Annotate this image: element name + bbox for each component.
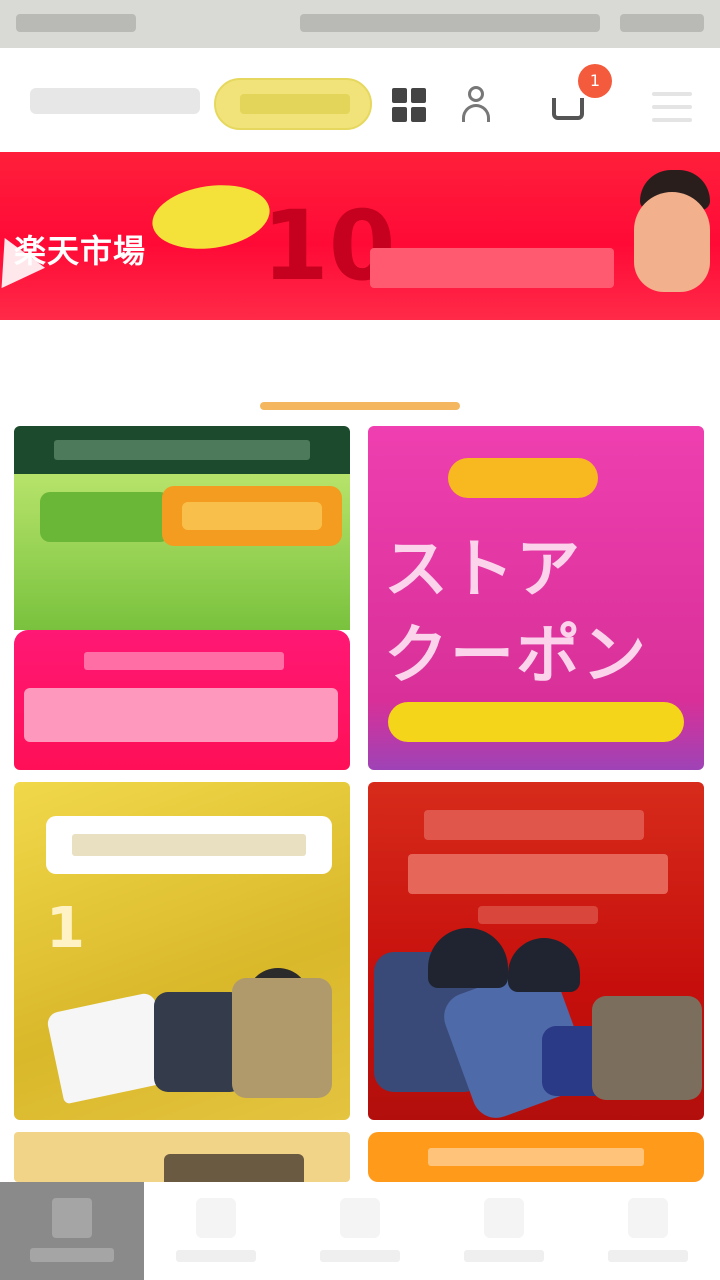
nav-icon-2 — [196, 1198, 236, 1238]
nav-item-4[interactable] — [432, 1182, 576, 1280]
status-time — [16, 14, 136, 32]
bottom-navigation — [0, 1182, 720, 1280]
card3-big-text: 1 — [46, 896, 85, 961]
card4-text-line1 — [424, 810, 644, 840]
card1-logo-right — [162, 486, 342, 546]
active-tab-indicator — [260, 402, 460, 410]
banner-person-face — [634, 192, 710, 292]
promo-card-store-coupon[interactable]: ストア クーポン — [368, 426, 704, 770]
promo-card-4[interactable] — [368, 782, 704, 1120]
promo-card-5-top[interactable] — [14, 1132, 350, 1182]
nav-label-2 — [176, 1250, 256, 1262]
nav-item-2[interactable] — [144, 1182, 288, 1280]
card2-yellow-pill — [448, 458, 598, 498]
campaign-banner[interactable]: 楽天市場 10 — [0, 152, 720, 320]
card1-pink-panel — [14, 630, 350, 770]
card3-model-image — [232, 978, 332, 1098]
promo-card-6-top[interactable] — [368, 1132, 704, 1182]
search-label — [240, 94, 350, 114]
home-icon — [52, 1198, 92, 1238]
nav-icon-5 — [628, 1198, 668, 1238]
card4-garment-4 — [592, 996, 702, 1100]
card2-cta-bar — [388, 702, 684, 742]
nav-item-5[interactable] — [576, 1182, 720, 1280]
card1-logo-left — [40, 492, 170, 542]
card4-model-head-1 — [428, 928, 508, 988]
app-header: 1 — [0, 48, 720, 152]
nav-label-4 — [464, 1250, 544, 1262]
card4-title — [368, 782, 369, 783]
status-icons — [300, 14, 600, 32]
promo-card-1[interactable] — [14, 426, 350, 770]
card4-model-head-2 — [508, 938, 580, 992]
category-tabs — [0, 320, 720, 420]
search-button[interactable] — [214, 78, 372, 130]
grid-icon[interactable] — [392, 88, 426, 122]
banner-title: 楽天市場 — [14, 232, 147, 270]
card4-text-line3 — [478, 906, 598, 924]
nav-label-5 — [608, 1250, 688, 1262]
person-icon[interactable] — [456, 84, 496, 128]
status-bar — [0, 0, 720, 48]
banner-badge — [148, 178, 274, 256]
cart-count-badge: 1 — [578, 64, 612, 98]
battery-icon — [620, 14, 704, 32]
logo[interactable] — [30, 88, 200, 114]
card2-title-line1: ストア — [384, 533, 582, 607]
promo-card-3[interactable]: 1 — [14, 782, 350, 1120]
card4-text-line2 — [408, 854, 668, 894]
nav-label-3 — [320, 1250, 400, 1262]
card3-jacket-image — [154, 992, 244, 1092]
nav-icon-3 — [340, 1198, 380, 1238]
banner-right-text — [370, 248, 614, 288]
nav-item-3[interactable] — [288, 1182, 432, 1280]
nav-icon-4 — [484, 1198, 524, 1238]
nav-item-home[interactable] — [0, 1182, 144, 1280]
card2-title-line2: クーポン — [384, 619, 648, 693]
card3-label — [46, 816, 332, 874]
card1-header-strip — [14, 426, 350, 474]
nav-label-home — [30, 1248, 114, 1262]
menu-icon[interactable] — [652, 92, 692, 122]
